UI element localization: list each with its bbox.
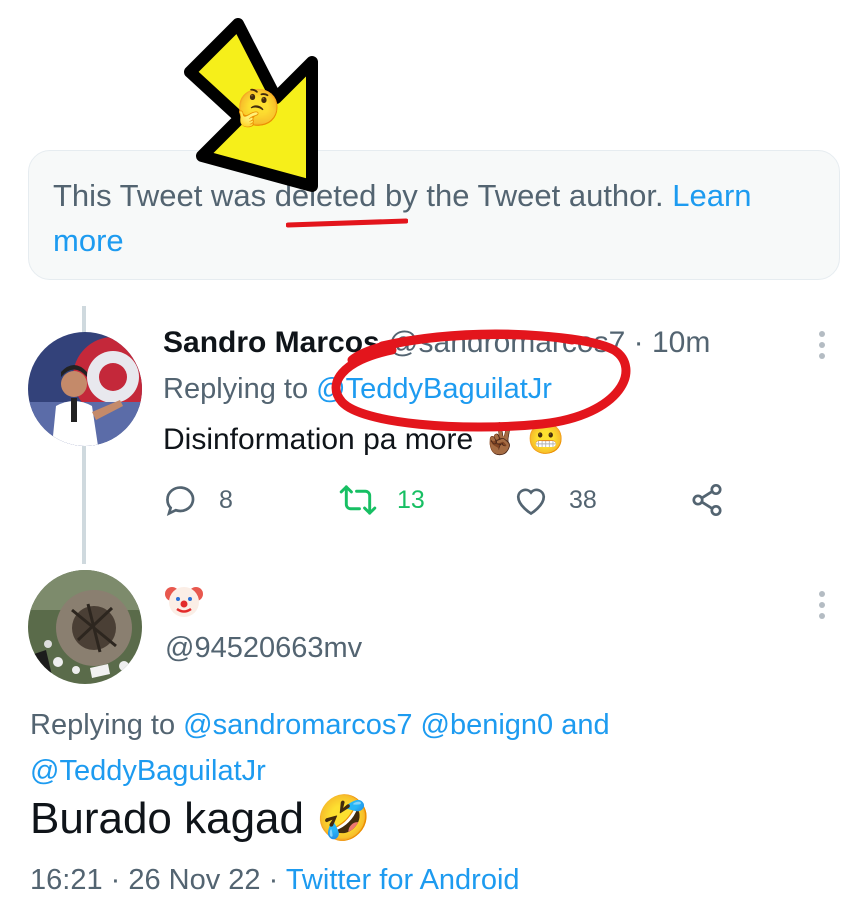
notice-text-after: by the Tweet author. [376, 178, 673, 213]
reply-icon [166, 486, 195, 517]
mention-sandromarcos7[interactable]: @sandromarcos7 [183, 709, 412, 741]
main-tweet-text: Burado kagad 🤣 [30, 792, 371, 844]
thinking-face-emoji: 🤔 [236, 87, 281, 128]
timestamp[interactable]: 10m [652, 326, 710, 359]
red-circle-annotation [331, 329, 631, 432]
tweet-date[interactable]: 26 Nov 22 [128, 864, 260, 896]
retweet-count: 13 [397, 485, 425, 514]
tweet-text: Burado kagad [30, 794, 317, 843]
handle[interactable]: @94520663mv [165, 632, 362, 665]
like-count: 38 [569, 485, 597, 514]
red-underline-annotation [286, 218, 408, 228]
mention-teddybaguilatjr[interactable]: @TeddyBaguilatJr [30, 755, 266, 787]
retweet-icon [339, 485, 377, 515]
tweet-time[interactable]: 16:21 [30, 864, 103, 896]
avatar-94520663mv[interactable] [28, 570, 142, 684]
share-icon [692, 483, 722, 517]
more-options-icon[interactable] [818, 591, 826, 621]
reply-button[interactable]: 8 [163, 482, 233, 518]
mention-conjunction: and [553, 709, 610, 741]
tweet-source-link[interactable]: Twitter for Android [286, 864, 520, 896]
more-options-icon[interactable] [818, 331, 826, 361]
reply-count: 8 [219, 485, 233, 514]
replying-prefix: Replying to [163, 373, 317, 405]
replying-prefix: Replying to [30, 709, 184, 741]
share-button[interactable] [689, 482, 745, 518]
avatar-sandro-marcos[interactable] [28, 332, 142, 446]
replying-to-line: Replying to @sandromarcos7 @benign0 and … [30, 702, 810, 794]
retweet-button[interactable]: 13 [339, 482, 425, 518]
meta-dot: · [260, 864, 286, 896]
display-name-clown-emoji[interactable] [164, 580, 204, 620]
meta-dot: · [102, 864, 129, 896]
heart-icon [516, 488, 546, 516]
deleted-tweet-notice: This Tweet was deleted by the Tweet auth… [28, 150, 840, 280]
rolling-laughing-emoji: 🤣 [316, 794, 372, 843]
tweet-meta: 16:21 · 26 Nov 22 · Twitter for Android [30, 864, 520, 897]
mention-benign0[interactable]: @benign0 [421, 709, 554, 741]
like-button[interactable]: 38 [513, 482, 597, 518]
tweet-actions: 8 13 38 [163, 482, 763, 526]
